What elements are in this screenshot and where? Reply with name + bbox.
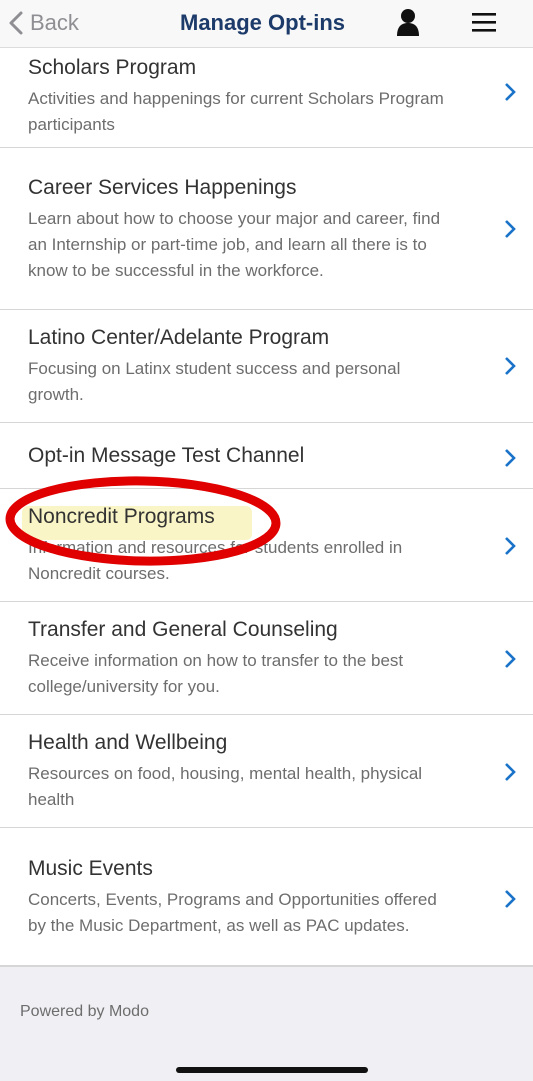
item-description: Concerts, Events, Programs and Opportuni…	[28, 889, 437, 935]
item-title: Opt-in Message Test Channel	[28, 443, 305, 467]
chevron-right-icon	[505, 650, 516, 668]
item-title: Scholars Program	[28, 55, 197, 79]
chevron-right-icon	[505, 763, 516, 781]
back-button[interactable]: Back	[8, 8, 79, 38]
chevron-right-icon	[505, 449, 516, 467]
item-title: Noncredit Programs	[28, 505, 215, 528]
item-description: Focusing on Latinx student success and p…	[28, 359, 401, 404]
chevron-right-icon	[505, 220, 516, 238]
item-description: Activities and happenings for current Sc…	[28, 88, 444, 134]
item-title: Music Events	[28, 856, 153, 880]
chevron-left-icon	[9, 11, 23, 35]
home-indicator[interactable]	[176, 1067, 368, 1073]
item-description: Resources on food, housing, mental healt…	[28, 764, 423, 809]
chevron-right-icon	[505, 83, 516, 101]
list-item-health-wellbeing[interactable]: Health and Wellbeing Resources on food, …	[0, 715, 533, 828]
menu-icon[interactable]	[470, 10, 498, 34]
list-item-transfer-counseling[interactable]: Transfer and General Counseling Receive …	[0, 602, 533, 715]
footer: Powered by Modo	[0, 966, 533, 1081]
item-title: Health and Wellbeing	[28, 731, 228, 754]
top-navigation-bar: Back Manage Opt-ins	[0, 0, 533, 48]
list-item-scholars-program[interactable]: Scholars Program Activities and happenin…	[0, 48, 533, 148]
list-item-latino-center[interactable]: Latino Center/Adelante Program Focusing …	[0, 310, 533, 423]
chevron-right-icon	[505, 357, 516, 375]
chevron-right-icon	[505, 537, 516, 555]
item-description: Learn about how to choose your major and…	[28, 208, 441, 280]
powered-by-text: Powered by Modo	[20, 1003, 149, 1020]
item-title: Transfer and General Counseling	[28, 618, 338, 641]
item-description: Receive information on how to transfer t…	[28, 651, 404, 696]
item-description: Information and resources for students e…	[28, 538, 403, 583]
item-title: Career Services Happenings	[28, 175, 297, 199]
item-title: Latino Center/Adelante Program	[28, 326, 330, 349]
list-item-noncredit-programs[interactable]: Noncredit Programs Information and resou…	[0, 489, 533, 602]
person-icon[interactable]	[396, 7, 420, 37]
page-title: Manage Opt-ins	[180, 10, 346, 35]
list-item-career-services[interactable]: Career Services Happenings Learn about h…	[0, 148, 533, 310]
opt-in-list: Scholars Program Activities and happenin…	[0, 48, 533, 966]
back-label: Back	[30, 10, 79, 35]
list-item-music-events[interactable]: Music Events Concerts, Events, Programs …	[0, 828, 533, 966]
list-item-opt-in-test-channel[interactable]: Opt-in Message Test Channel	[0, 423, 533, 489]
chevron-right-icon	[505, 890, 516, 908]
